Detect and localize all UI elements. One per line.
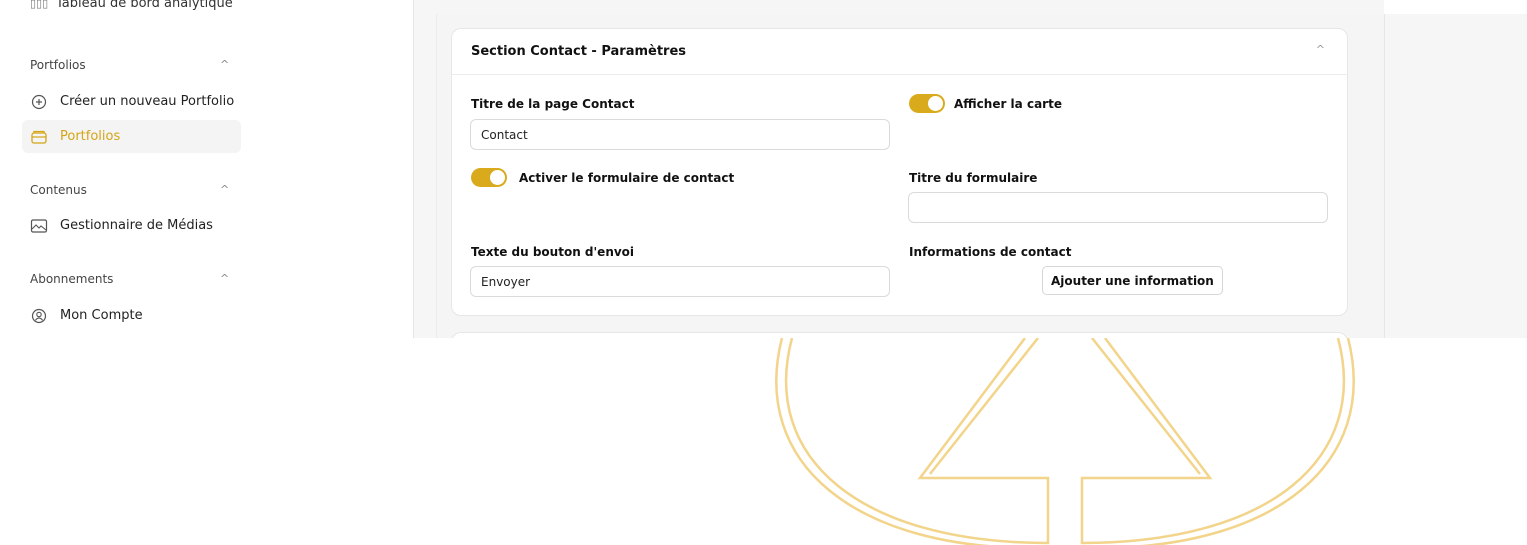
sidebar-item-portfolios[interactable]: Portfolios <box>22 120 241 153</box>
sidebar-item-my-account[interactable]: Mon Compte <box>22 299 241 332</box>
sidebar-item-label: Tableau de bord analytique <box>56 0 233 11</box>
plus-circle-icon <box>30 93 48 111</box>
bar-chart-icon: ▯▯▯ <box>30 0 49 10</box>
form-title-label: Titre du formulaire <box>909 171 1038 185</box>
show-map-row: Afficher la carte <box>909 94 1062 113</box>
toggle-knob <box>490 170 505 185</box>
chevron-up-icon[interactable]: ^ <box>220 58 229 71</box>
contact-info-label: Informations de contact <box>909 245 1072 259</box>
enable-form-row: Activer le formulaire de contact <box>471 168 734 187</box>
card-title[interactable]: Section Contact - Paramètres <box>452 29 1347 75</box>
sidebar-item-media-manager[interactable]: Gestionnaire de Médias <box>22 209 241 242</box>
folder-icon <box>30 128 48 146</box>
toggle-knob <box>928 96 943 111</box>
chevron-up-icon[interactable]: ^ <box>220 272 229 285</box>
sidebar-item-label: Portfolios <box>60 129 121 144</box>
show-map-toggle[interactable] <box>909 94 945 113</box>
ui-strip: ▯▯▯ Tableau de bord analytique Portfolios… <box>0 0 1527 338</box>
sidebar-item-label: Gestionnaire de Médias <box>60 218 213 233</box>
section-title-contenus: Contenus <box>30 183 87 197</box>
sidebar-item-label: Mon Compte <box>60 308 143 323</box>
user-circle-icon <box>30 307 48 325</box>
contact-settings-card: Section Contact - Paramètres ^ Titre de … <box>451 28 1348 316</box>
sidebar-item-new-portfolio[interactable]: Créer un nouveau Portfolio <box>22 85 241 118</box>
page-title-label: Titre de la page Contact <box>471 97 635 111</box>
submit-text-input[interactable] <box>470 266 890 297</box>
enable-form-toggle[interactable] <box>471 168 507 187</box>
page-title-input[interactable] <box>470 119 890 150</box>
chevron-up-icon[interactable]: ^ <box>220 183 229 196</box>
section-title-portfolios: Portfolios <box>30 58 86 72</box>
right-panel <box>1384 14 1527 338</box>
app-window: ▯▯▯ Tableau de bord analytique Portfolios… <box>0 0 1527 545</box>
submit-text-label: Texte du bouton d'envoi <box>471 245 635 259</box>
form-title-input[interactable] <box>908 192 1328 223</box>
enable-form-label: Activer le formulaire de contact <box>519 170 735 185</box>
show-map-label: Afficher la carte <box>954 96 1062 111</box>
image-icon <box>30 217 48 235</box>
sidebar: ▯▯▯ Tableau de bord analytique Portfolios… <box>0 0 414 338</box>
section-title-abonnements: Abonnements <box>30 272 114 286</box>
logo-watermark-icon <box>775 338 1355 545</box>
chevron-up-icon[interactable]: ^ <box>1316 43 1325 56</box>
add-info-button[interactable]: Ajouter une information <box>1042 266 1223 295</box>
sidebar-item-analytics[interactable]: ▯▯▯ Tableau de bord analytique <box>30 0 233 11</box>
sidebar-item-label: Créer un nouveau Portfolio <box>60 94 235 109</box>
